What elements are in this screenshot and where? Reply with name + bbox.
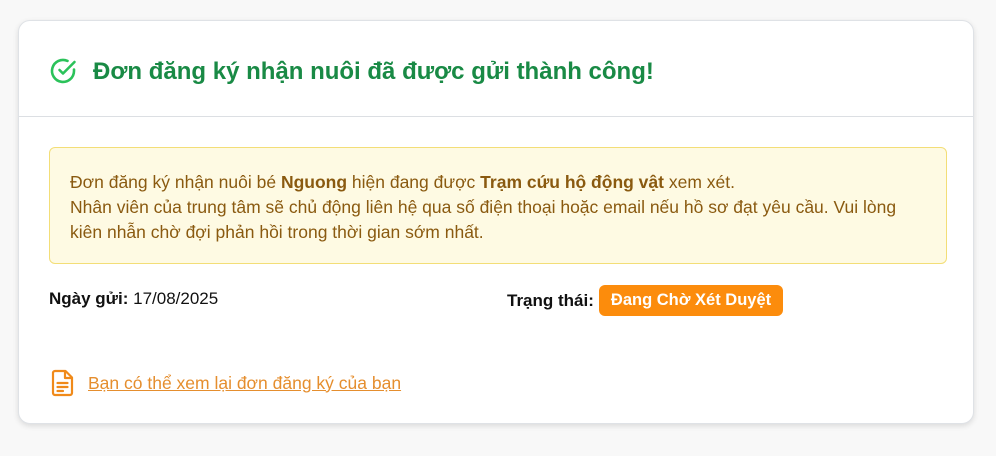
document-icon xyxy=(51,369,74,397)
notice-line-2: Nhân viên của trung tâm sẽ chủ động liên… xyxy=(70,197,897,242)
check-circle-icon xyxy=(50,58,76,84)
review-notice: Đơn đăng ký nhận nuôi bé Nguong hiện đan… xyxy=(49,147,947,264)
notice-middle: hiện đang được xyxy=(347,172,481,192)
page-title: Đơn đăng ký nhận nuôi đã được gửi thành … xyxy=(93,58,654,85)
card-header: Đơn đăng ký nhận nuôi đã được gửi thành … xyxy=(19,21,973,117)
notice-prefix: Đơn đăng ký nhận nuôi bé xyxy=(70,172,281,192)
notice-suffix: xem xét. xyxy=(663,172,735,192)
status-badge: Đang Chờ Xét Duyệt xyxy=(598,285,784,316)
center-name: Trạm cứu hộ động vật xyxy=(480,172,664,192)
view-application-link-row[interactable]: Bạn có thể xem lại đơn đăng ký của bạn xyxy=(51,369,401,397)
notice-line-1: Đơn đăng ký nhận nuôi bé Nguong hiện đan… xyxy=(70,170,926,195)
submitted-date-label: Ngày gửi: xyxy=(49,289,129,308)
status-label: Trạng thái: xyxy=(507,290,594,310)
status-row: Trạng thái: Đang Chờ Xét Duyệt xyxy=(507,285,784,316)
pet-name: Nguong xyxy=(280,172,348,192)
submitted-date-value: 17/08/2025 xyxy=(133,289,219,308)
submission-success-card: Đơn đăng ký nhận nuôi đã được gửi thành … xyxy=(18,20,974,424)
view-application-link[interactable]: Bạn có thể xem lại đơn đăng ký của bạn xyxy=(88,373,401,394)
submitted-date: Ngày gửi: 17/08/2025 xyxy=(49,289,218,309)
